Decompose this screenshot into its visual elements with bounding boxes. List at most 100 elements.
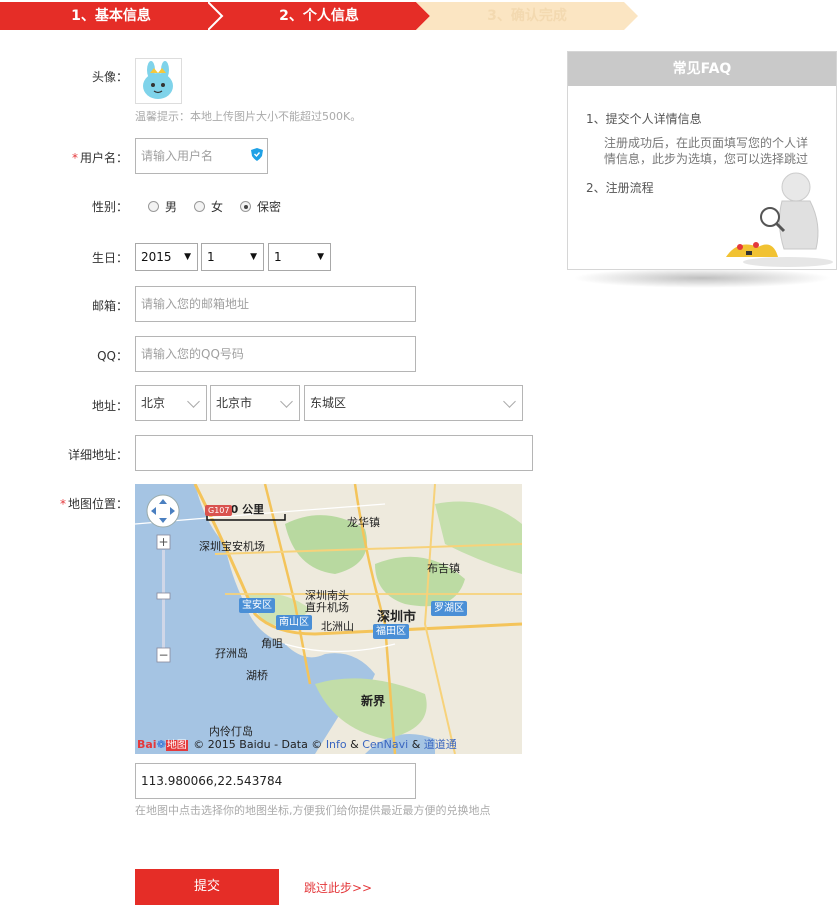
coordinates-value: 113.980066,22.543784 bbox=[141, 774, 283, 788]
avatar-upload[interactable] bbox=[135, 58, 182, 104]
gender-male-label: 男 bbox=[165, 200, 178, 214]
step-1-label: 1、基本信息 bbox=[71, 8, 151, 24]
radio-circle bbox=[194, 201, 205, 212]
map-zoom-in-button[interactable] bbox=[157, 535, 170, 549]
map-label: 深圳宝安机场 bbox=[199, 540, 265, 553]
baidu-logo-map: 地图 bbox=[165, 740, 188, 751]
map-pan-control[interactable] bbox=[147, 495, 179, 527]
map-label: 深圳南头直升机场 bbox=[305, 589, 349, 614]
faq-shadow bbox=[572, 268, 832, 288]
map-label: 布吉镇 bbox=[427, 562, 460, 575]
faq-item-1[interactable]: 1、提交个人详情信息 bbox=[586, 110, 702, 127]
chevron-down-icon bbox=[187, 395, 200, 408]
birth-year-select[interactable]: 2015 ▼ bbox=[135, 243, 198, 271]
district-select[interactable]: 东城区 bbox=[304, 385, 523, 421]
skip-step-link[interactable]: 跳过此步>> bbox=[304, 879, 372, 896]
baidu-map-logo: Bai❁地图 bbox=[135, 736, 190, 754]
radio-circle-selected bbox=[240, 201, 251, 212]
map-label: 孖洲岛 bbox=[215, 647, 248, 660]
gender-secret-label: 保密 bbox=[257, 200, 282, 214]
radio-circle bbox=[148, 201, 159, 212]
step-progress-bar: 1、基本信息 2、个人信息 3、确认完成 bbox=[0, 0, 640, 33]
email-input[interactable]: 请输入您的邮箱地址 bbox=[135, 286, 416, 322]
copyright-amp: & bbox=[350, 738, 359, 751]
qq-input[interactable]: 请输入您的QQ号码 bbox=[135, 336, 416, 372]
register-page: 1、基本信息 2、个人信息 3、确认完成 头像： 温馨提示：本地上传图片大小不能… bbox=[0, 0, 839, 906]
gender-radio-female[interactable]: 女 bbox=[194, 198, 223, 215]
birth-month-value: 1 bbox=[207, 250, 215, 264]
chevron-down-icon bbox=[503, 395, 516, 408]
address-label: 地址： bbox=[91, 399, 128, 413]
step-3: 3、确认完成 bbox=[416, 2, 638, 30]
avatar-tip: 温馨提示：本地上传图片大小不能超过500K。 bbox=[135, 110, 362, 123]
detail-address-label: 详细地址： bbox=[67, 448, 128, 462]
map-widget[interactable]: + − 10 公里 G107 龙华镇 深圳宝安机场 布吉镇 深圳南头直升机场 深… bbox=[135, 484, 522, 754]
gender-label: 性别： bbox=[91, 200, 128, 214]
gender-radio-group: 男 女 保密 bbox=[148, 198, 348, 214]
copyright-cennavi: CenNavi bbox=[362, 738, 409, 751]
map-label: 角咀 bbox=[261, 637, 283, 650]
province-value: 北京 bbox=[141, 396, 166, 410]
email-label: 邮箱： bbox=[91, 299, 128, 313]
dropdown-arrow-icon: ▼ bbox=[317, 252, 324, 262]
map-location-label: * 地图位置： bbox=[0, 495, 128, 512]
map-label: 新界 bbox=[361, 694, 386, 708]
map-label: 深圳市 bbox=[377, 610, 417, 625]
gender-female-label: 女 bbox=[211, 200, 224, 214]
dropdown-arrow-icon: ▼ bbox=[250, 252, 257, 262]
step-2-label: 2、个人信息 bbox=[279, 8, 359, 24]
birth-day-select[interactable]: 1 ▼ bbox=[268, 243, 331, 271]
qq-placeholder: 请输入您的QQ号码 bbox=[141, 347, 244, 361]
dropdown-arrow-icon: ▼ bbox=[184, 252, 191, 262]
baidu-logo-text: Bai bbox=[137, 738, 157, 751]
username-placeholder: 请输入用户名 bbox=[141, 149, 214, 163]
gender-radio-male[interactable]: 男 bbox=[148, 198, 177, 215]
submit-button[interactable]: 提交 bbox=[135, 869, 279, 905]
map-label: 湖桥 bbox=[246, 669, 268, 682]
map-zoom-out-button[interactable] bbox=[157, 648, 170, 662]
faq-item-1-desc: 注册成功后，在此页面填写您的个人详情信息，此步为选填，您可以选择跳过 bbox=[604, 136, 809, 166]
step-2: 2、个人信息 bbox=[208, 2, 430, 30]
copyright-daodao: 道道通 bbox=[423, 738, 457, 751]
baidu-paw-icon: ❁ bbox=[156, 738, 166, 751]
coordinates-input[interactable]: 113.980066,22.543784 bbox=[135, 763, 416, 799]
map-label: 北洲山 bbox=[321, 620, 354, 633]
road-shield: G107 bbox=[205, 505, 233, 516]
detail-address-input[interactable] bbox=[135, 435, 533, 471]
map-copyright: Bai❁地图 © 2015 Baidu - Data © Info & CenN… bbox=[135, 736, 522, 754]
map-tip: 在地图中点击选择你的地图坐标,方便我们给你提供最近最方便的兑换地点 bbox=[135, 804, 491, 817]
username-label-text: 用户名： bbox=[79, 151, 128, 165]
birth-month-select[interactable]: 1 ▼ bbox=[201, 243, 264, 271]
city-value: 北京市 bbox=[216, 396, 253, 410]
map-district-badge: 罗湖区 bbox=[431, 601, 467, 616]
copyright-text: © 2015 Baidu - Data © bbox=[193, 738, 323, 751]
province-select[interactable]: 北京 bbox=[135, 385, 207, 421]
shield-icon bbox=[251, 148, 263, 161]
map-label: 龙华镇 bbox=[347, 516, 380, 529]
avatar-image bbox=[143, 61, 173, 99]
faq-item-2[interactable]: 2、注册流程 bbox=[586, 179, 654, 196]
birthday-label: 生日： bbox=[91, 251, 128, 265]
district-value: 东城区 bbox=[310, 396, 347, 410]
map-district-badge: 南山区 bbox=[276, 615, 312, 630]
birth-year-value: 2015 bbox=[141, 250, 172, 264]
copyright-info: Info bbox=[325, 738, 347, 751]
birth-day-value: 1 bbox=[274, 250, 282, 264]
map-zoom-slider[interactable] bbox=[157, 593, 170, 599]
avatar-label: 头像： bbox=[91, 70, 128, 84]
required-mark: * bbox=[71, 151, 78, 165]
username-input[interactable]: 请输入用户名 bbox=[135, 138, 268, 174]
step-1: 1、基本信息 bbox=[0, 2, 222, 30]
map-location-label-text: 地图位置： bbox=[67, 497, 128, 511]
chevron-down-icon bbox=[280, 395, 293, 408]
copyright-amp: & bbox=[411, 738, 421, 751]
gender-radio-secret[interactable]: 保密 bbox=[240, 198, 281, 215]
map-district-badge: 福田区 bbox=[373, 624, 409, 639]
email-placeholder: 请输入您的邮箱地址 bbox=[141, 297, 250, 311]
faq-title: 常见FAQ bbox=[568, 52, 836, 86]
city-select[interactable]: 北京市 bbox=[210, 385, 300, 421]
required-mark: * bbox=[59, 497, 66, 511]
faq-panel: 常见FAQ 1、提交个人详情信息 注册成功后，在此页面填写您的个人详情信息，此步… bbox=[567, 51, 837, 270]
map-district-badge: 宝安区 bbox=[239, 598, 275, 613]
faq-illustration bbox=[726, 172, 833, 267]
